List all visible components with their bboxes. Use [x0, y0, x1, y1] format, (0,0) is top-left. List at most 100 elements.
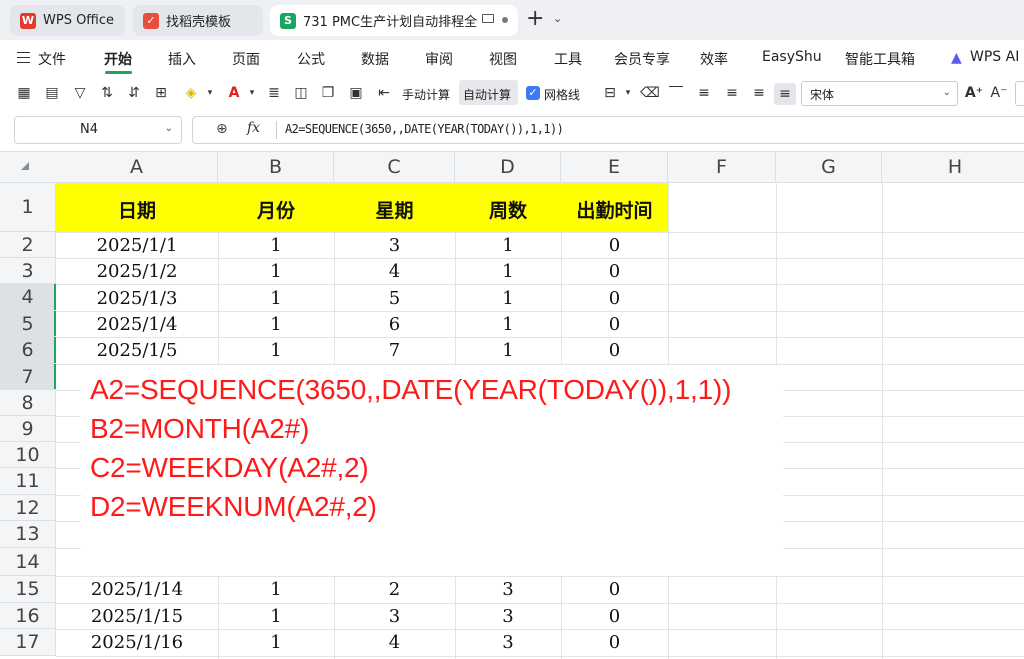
clear-format-icon[interactable]: ⌫ [640, 83, 660, 103]
paste-icon[interactable]: ▤ [42, 83, 62, 103]
table-cell[interactable]: 1 [218, 632, 334, 653]
zoom-search-icon[interactable]: ⊕ [216, 121, 228, 137]
menu-insert[interactable]: 插入 [168, 49, 196, 69]
table-cell[interactable]: 0 [561, 288, 668, 309]
align-top-icon[interactable]: ⎺ [666, 83, 686, 103]
table-cell[interactable]: 1 [455, 340, 561, 361]
row-header[interactable]: 11 [0, 468, 56, 495]
number-format-icon[interactable]: ▦ [14, 83, 34, 103]
row-header[interactable]: 8 [0, 390, 56, 416]
table-cell[interactable]: 2025/1/15 [56, 606, 218, 627]
filter-icon[interactable]: ▽ [70, 83, 90, 103]
menu-smart-toolbox[interactable]: 智能工具箱 [845, 49, 915, 69]
header-cell-month[interactable]: 月份 [218, 196, 334, 223]
increase-font-icon[interactable]: A⁺ [964, 83, 984, 103]
column-header-c[interactable]: C [334, 151, 455, 183]
decrease-font-icon[interactable]: A⁻ [989, 83, 1009, 103]
table-cell[interactable]: 2 [334, 579, 455, 600]
table-cell[interactable]: 2025/1/4 [56, 314, 218, 335]
align-center-icon[interactable]: ≡ [722, 83, 742, 103]
header-cell-weekday[interactable]: 星期 [334, 196, 455, 223]
column-header-d[interactable]: D [455, 151, 561, 183]
merge-icon[interactable]: ◫ [291, 83, 311, 103]
table-cell[interactable]: 1 [455, 235, 561, 256]
border-icon[interactable]: ⊞ [151, 83, 171, 103]
tab-docer-templates[interactable]: ✓ 找稻壳模板 [133, 5, 263, 36]
table-cell[interactable]: 1 [455, 261, 561, 282]
row-header[interactable]: 2 [0, 232, 56, 258]
table-cell[interactable]: 4 [334, 261, 455, 282]
table-cell[interactable]: 2025/1/1 [56, 235, 218, 256]
table-cell[interactable]: 0 [561, 579, 668, 600]
monitor-icon[interactable] [482, 14, 494, 23]
table-cell[interactable]: 0 [561, 314, 668, 335]
manual-calc-button[interactable]: 手动计算 [402, 86, 450, 103]
table-style-icon[interactable]: ▣ [346, 83, 366, 103]
chevron-down-icon[interactable]: ▾ [242, 83, 262, 103]
table-cell[interactable]: 1 [218, 579, 334, 600]
table-cell[interactable]: 0 [561, 606, 668, 627]
chevron-down-icon[interactable]: ▾ [200, 83, 220, 103]
table-cell[interactable]: 3 [334, 606, 455, 627]
table-cell[interactable]: 2025/1/5 [56, 340, 218, 361]
row-header[interactable]: 7 [0, 364, 56, 390]
chevron-down-icon[interactable]: ⌄ [553, 12, 562, 25]
column-header-f[interactable]: F [668, 151, 776, 183]
table-cell[interactable]: 3 [334, 235, 455, 256]
column-header-g[interactable]: G [776, 151, 882, 183]
header-cell-date[interactable]: 日期 [56, 196, 218, 223]
table-cell[interactable]: 1 [218, 235, 334, 256]
table-cell[interactable]: 2025/1/2 [56, 261, 218, 282]
sort-asc-icon[interactable]: ⇅ [97, 83, 117, 103]
row-header[interactable]: 14 [0, 548, 56, 576]
row-header[interactable]: 10 [0, 442, 56, 468]
column-header-a[interactable]: A [56, 151, 218, 183]
row-header[interactable]: 6 [0, 337, 56, 364]
justify-icon[interactable]: ≡ [774, 83, 796, 105]
column-header-e[interactable]: E [561, 151, 668, 183]
header-cell-attendance[interactable]: 出勤时间 [561, 196, 668, 223]
table-cell[interactable]: 1 [218, 606, 334, 627]
cell-style-icon[interactable]: ⊟ [600, 83, 620, 103]
table-cell[interactable]: 0 [561, 632, 668, 653]
table-cell[interactable]: 2025/1/14 [56, 579, 218, 600]
table-cell[interactable]: 6 [334, 314, 455, 335]
align-right-icon[interactable]: ≡ [749, 83, 769, 103]
font-color-icon[interactable]: A [224, 83, 244, 103]
table-cell[interactable]: 3 [455, 579, 561, 600]
menu-page[interactable]: 页面 [232, 49, 260, 69]
menu-home[interactable]: 开始 [104, 49, 132, 69]
table-cell[interactable]: 1 [218, 288, 334, 309]
row-header[interactable]: 5 [0, 311, 56, 337]
tab-pmc-schedule[interactable]: S 731 PMC生产计划自动排程全 [270, 5, 518, 36]
table-cell[interactable]: 3 [455, 632, 561, 653]
table-cell[interactable]: 0 [561, 340, 668, 361]
table-cell[interactable]: 4 [334, 632, 455, 653]
row-header[interactable]: 16 [0, 603, 56, 629]
column-header-b[interactable]: B [218, 151, 334, 183]
name-box[interactable]: N4 ⌄ [14, 116, 182, 144]
menu-view[interactable]: 视图 [489, 49, 517, 69]
table-cell[interactable]: 2025/1/16 [56, 632, 218, 653]
table-cell[interactable]: 1 [455, 314, 561, 335]
hamburger-menu-icon[interactable] [17, 52, 30, 63]
menu-data[interactable]: 数据 [361, 49, 389, 69]
new-tab-plus-icon[interactable]: + [526, 7, 544, 31]
table-cell[interactable]: 5 [334, 288, 455, 309]
tab-wps-office[interactable]: W WPS Office [10, 5, 125, 36]
row-header[interactable]: 3 [0, 258, 56, 284]
menu-tools[interactable]: 工具 [554, 49, 582, 69]
table-cell[interactable]: 7 [334, 340, 455, 361]
row-header[interactable]: 13 [0, 521, 56, 548]
align-left-icon[interactable]: ≡ [694, 83, 714, 103]
fill-color-icon[interactable]: ◈ [181, 83, 201, 103]
auto-calc-button[interactable]: 自动计算 [463, 86, 511, 103]
header-cell-weeknum[interactable]: 周数 [455, 196, 561, 223]
freeze-icon[interactable]: ⇤ [374, 83, 394, 103]
font-size-select[interactable] [1015, 81, 1024, 106]
menu-file[interactable]: 文件 [38, 49, 66, 69]
sort-desc-icon[interactable]: ⇵ [124, 83, 144, 103]
menu-review[interactable]: 审阅 [425, 49, 453, 69]
copy-format-icon[interactable]: ❐ [318, 83, 338, 103]
formula-text[interactable]: A2=SEQUENCE(3650,,DATE(YEAR(TODAY()),1,1… [285, 122, 564, 136]
